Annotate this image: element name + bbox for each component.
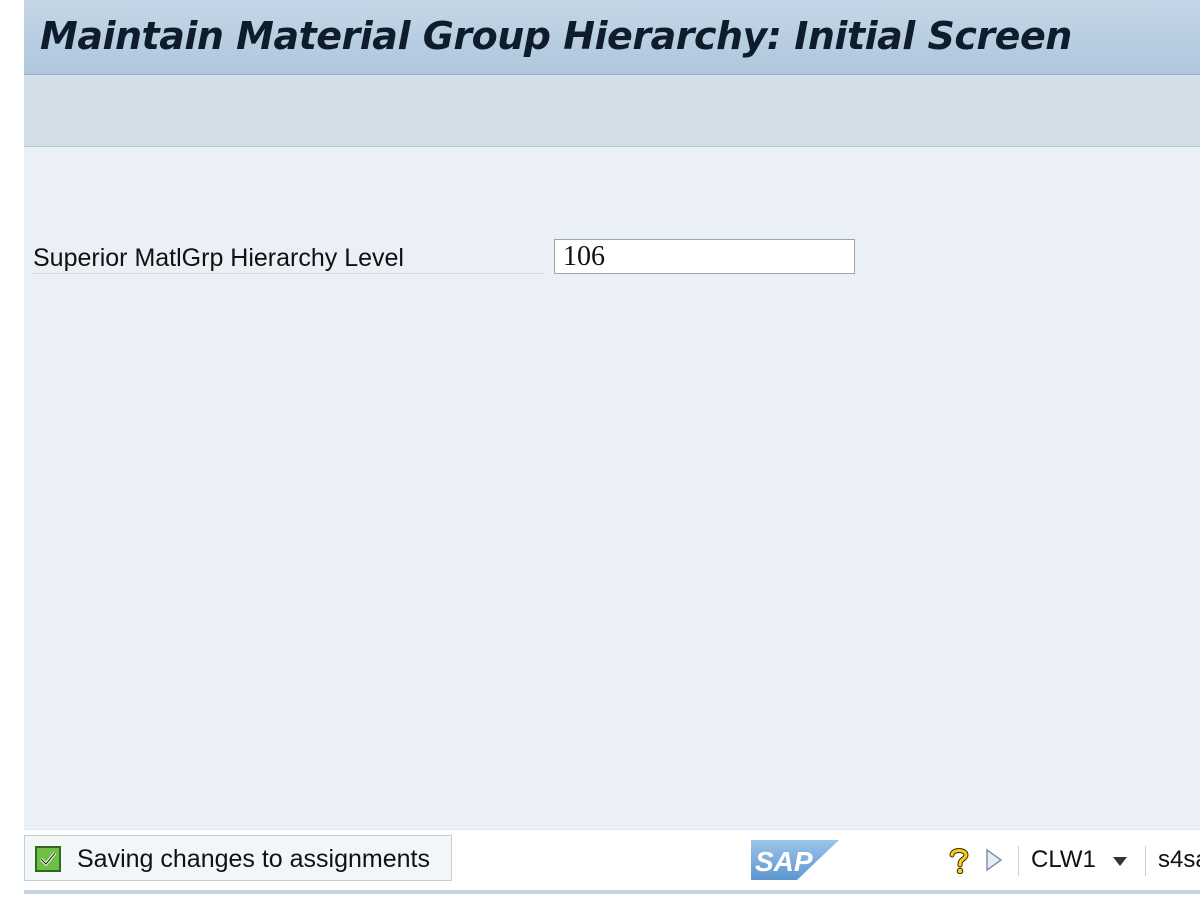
play-triangle-icon[interactable]	[985, 848, 1003, 872]
sap-window: Maintain Material Group Hierarchy: Initi…	[0, 0, 1200, 897]
hierarchy-level-label: Superior MatlGrp Hierarchy Level	[33, 239, 543, 274]
sap-logo-text: SAP	[755, 846, 813, 877]
status-message-text: Saving changes to assignments	[77, 845, 430, 873]
help-icon[interactable]	[948, 846, 970, 875]
chevron-down-icon[interactable]	[1113, 852, 1127, 866]
main-content: Superior MatlGrp Hierarchy Level 106	[24, 147, 1200, 829]
status-bar-bottom-border	[24, 890, 1200, 894]
hierarchy-level-input[interactable]: 106	[554, 239, 855, 274]
title-bar: Maintain Material Group Hierarchy: Initi…	[24, 0, 1200, 75]
check-icon	[35, 846, 61, 872]
hierarchy-level-row: Superior MatlGrp Hierarchy Level 106	[33, 239, 855, 275]
application-toolbar	[24, 75, 1200, 147]
sap-logo: SAP	[751, 840, 839, 880]
status-message[interactable]: Saving changes to assignments	[24, 835, 452, 881]
server-name: s4sa	[1158, 846, 1200, 873]
status-bar: Saving changes to assignments SAP CLW1 s…	[24, 829, 1200, 897]
status-separator	[1018, 846, 1019, 876]
page-title: Maintain Material Group Hierarchy: Initi…	[40, 14, 1072, 58]
system-id[interactable]: CLW1	[1031, 844, 1096, 876]
status-separator	[1145, 846, 1146, 876]
